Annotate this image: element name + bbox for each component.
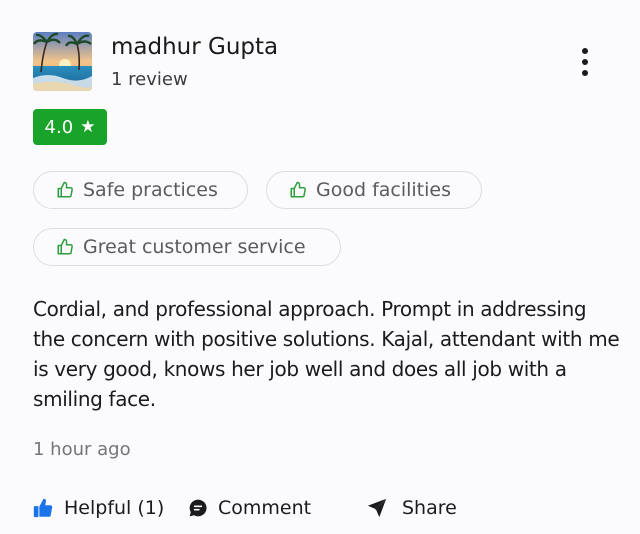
send-icon <box>366 497 388 519</box>
tag-label: Safe practices <box>83 179 218 201</box>
more-options-button[interactable] <box>570 44 600 80</box>
tag-label: Great customer service <box>83 236 306 258</box>
helpful-button[interactable]: Helpful (1) <box>32 493 164 523</box>
thumbs-up-outline-icon <box>289 181 307 199</box>
tag-chip-safe-practices: Safe practices <box>33 171 248 209</box>
more-vertical-icon <box>582 48 588 54</box>
comment-label: Comment <box>218 497 312 519</box>
tag-label: Good facilities <box>316 179 452 201</box>
tag-chip-good-facilities: Good facilities <box>266 171 482 209</box>
rating-value: 4.0 <box>44 116 74 138</box>
beach-palm-avatar-icon <box>33 32 92 91</box>
share-button[interactable]: Share <box>366 493 457 523</box>
reviewer-avatar[interactable] <box>33 32 92 91</box>
reviewer-name[interactable]: madhur Gupta <box>111 32 278 62</box>
comment-button[interactable]: Comment <box>188 493 311 523</box>
review-count: 1 review <box>111 69 188 90</box>
tag-chip-great-customer-service: Great customer service <box>33 228 341 266</box>
thumbs-up-outline-icon <box>56 238 74 256</box>
thumbs-up-filled-icon <box>32 497 54 519</box>
helpful-label: Helpful (1) <box>64 497 165 519</box>
review-timestamp: 1 hour ago <box>33 439 131 460</box>
star-icon: ★ <box>80 117 96 137</box>
review-card: madhur Gupta 1 review 4.0 ★ Safe practic… <box>0 0 640 534</box>
comment-bubble-icon <box>188 498 208 518</box>
rating-badge: 4.0 ★ <box>33 109 107 145</box>
share-label: Share <box>402 497 457 519</box>
review-text: Cordial, and professional approach. Prom… <box>33 297 620 411</box>
thumbs-up-outline-icon <box>56 181 74 199</box>
